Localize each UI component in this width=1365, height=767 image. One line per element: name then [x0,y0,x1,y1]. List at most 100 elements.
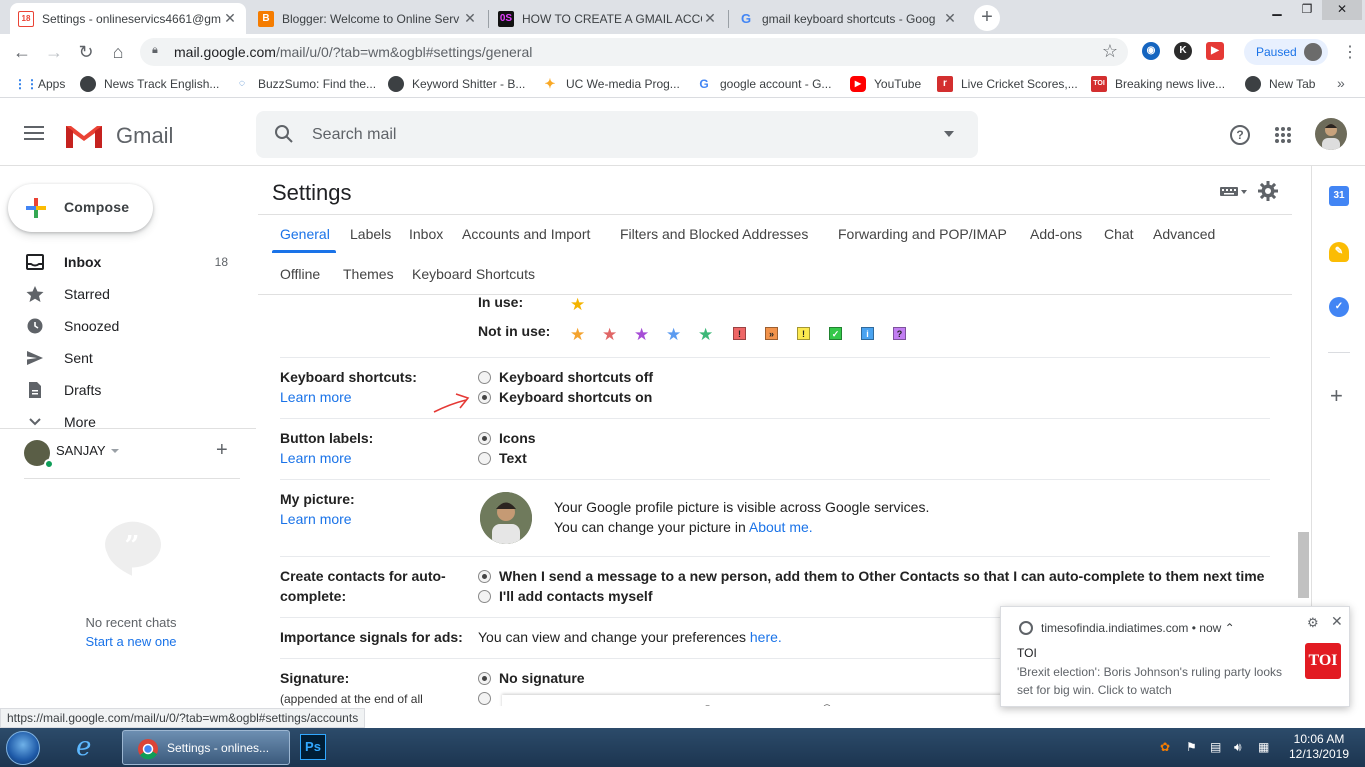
bulleted-list-icon[interactable]: ⁝ [956,703,961,706]
new-tab-button[interactable]: + [974,5,1000,31]
hangouts-user-name[interactable]: SANJAY [56,443,106,458]
green-check-icon[interactable]: ✓ [829,327,842,340]
about-me-link[interactable]: About me. [749,519,813,535]
bookmark-uc-wemedia[interactable]: ✦ UC We-media Prog... [542,76,680,92]
notification-close-icon[interactable]: ✕ [1331,613,1343,630]
gmail-logo-icon[interactable] [64,122,104,150]
bookmark-youtube[interactable]: ▶ YouTube [850,76,921,92]
orange-guillemet-icon[interactable]: » [765,327,778,340]
purple-star-icon[interactable]: ★ [634,326,649,343]
tray-app-icon[interactable]: ✿ [1160,740,1170,754]
blue-info-icon[interactable]: i [861,327,874,340]
text-color-icon[interactable]: A▼ [766,703,785,706]
bookmark-live-cricket[interactable]: r Live Cricket Scores,... [937,76,1078,92]
profile-picture[interactable] [480,492,532,544]
action-center-flag-icon[interactable]: ⚑ [1186,740,1197,754]
red-star-icon[interactable]: ★ [602,326,617,343]
chrome-taskbar-button[interactable]: Settings - onlines... [122,730,290,765]
yellow-star-icon[interactable]: ★ [570,296,585,313]
google-apps-icon[interactable] [1274,126,1292,144]
button-labels-icons-radio[interactable] [478,432,491,445]
bookmark-new-tab[interactable]: New Tab [1245,76,1315,92]
manual-contacts-radio[interactable] [478,590,491,603]
photoshop-taskbar-button[interactable]: Ps [298,730,328,765]
reload-icon[interactable]: ↻ [74,40,98,64]
nav-item-inbox[interactable]: Inbox 18 [0,246,240,278]
account-avatar[interactable] [1315,118,1347,150]
forward-icon[interactable]: → [42,40,66,64]
no-signature-radio[interactable] [478,672,491,685]
ad-preferences-link[interactable]: here. [750,629,782,645]
close-tab-icon[interactable]: ✕ [702,10,718,27]
address-bar[interactable]: 🔒︎ mail.google.com/mail/u/0/?tab=wm&ogbl… [140,38,1128,66]
nav-item-sent[interactable]: Sent [0,342,240,374]
tab-advanced[interactable]: Advanced [1153,226,1215,242]
browser-tab-howto[interactable]: 0S HOW TO CREATE A GMAIL ACCO ✕ [490,3,726,34]
auto-add-contacts-radio[interactable] [478,570,491,583]
bold-icon[interactable]: B [672,703,683,706]
close-tab-icon[interactable]: ✕ [222,10,238,27]
search-bar[interactable]: Search mail [256,111,978,158]
bookmark-google-account[interactable]: Ggoogle account - G... [696,76,831,92]
italic-icon[interactable]: I [704,703,709,706]
calendar-icon[interactable]: 31 [1329,186,1349,206]
extension-k-icon[interactable]: K [1174,42,1192,60]
tab-inbox[interactable]: Inbox [409,226,443,242]
tab-filters[interactable]: Filters and Blocked Addresses [620,226,808,242]
button-labels-text-label[interactable]: Text [499,450,527,466]
button-labels-learn-more-link[interactable]: Learn more [280,450,352,466]
align-icon[interactable]: ☰▼ [878,703,900,706]
keyboard-shortcuts-on-radio[interactable] [478,391,491,404]
nav-item-more[interactable]: More [0,406,240,438]
tab-labels[interactable]: Labels [350,226,391,242]
keyboard-learn-more-link[interactable]: Learn more [280,389,352,405]
volume-icon[interactable]: 🔊︎ [1234,740,1242,755]
keyboard-shortcuts-off-radio[interactable] [478,371,491,384]
search-options-caret-icon[interactable] [944,131,954,137]
tab-general[interactable]: General [280,226,330,242]
insert-image-icon[interactable]: ▣ [846,703,860,706]
close-window-icon[interactable]: ✕ [1322,0,1362,20]
profile-paused-button[interactable]: Paused [1244,39,1328,65]
new-conversation-icon[interactable]: + [216,439,228,462]
blue-star-icon[interactable]: ★ [666,326,681,343]
nav-item-snoozed[interactable]: Snoozed [0,310,240,342]
yellow-bang-icon[interactable]: ! [797,327,810,340]
orange-star-icon[interactable]: ★ [570,326,585,343]
tasks-icon[interactable]: ✓ [1329,297,1349,317]
chrome-notification[interactable]: timesofindia.indiatimes.com • now ⌃ ⚙ ✕ … [1000,606,1350,707]
home-icon[interactable]: ⌂ [106,40,130,64]
purple-question-icon[interactable]: ? [893,327,906,340]
search-icon[interactable] [274,124,294,144]
close-tab-icon[interactable]: ✕ [942,10,958,27]
bookmark-star-icon[interactable]: ☆ [1102,41,1118,62]
manual-contacts-label[interactable]: I'll add contacts myself [499,588,653,604]
settings-gear-icon[interactable] [1258,181,1278,201]
restore-icon[interactable]: ❐ [1292,0,1322,20]
extension-icon[interactable]: ◉ [1142,42,1160,60]
network-icon[interactable]: ▦ [1258,740,1269,754]
bookmarks-overflow-icon[interactable]: » [1337,75,1345,91]
get-addons-icon[interactable]: + [1330,383,1343,409]
tab-addons[interactable]: Add-ons [1030,226,1082,242]
indent-less-icon[interactable]: ⇤ [988,703,1001,706]
font-size-icon[interactable]: T▼ [620,703,638,706]
keyboard-shortcuts-on-label[interactable]: Keyboard shortcuts on [499,389,652,405]
user-menu-caret-icon[interactable] [111,449,119,453]
bookmark-newstrack[interactable]: News Track English... [80,76,219,92]
keep-icon[interactable]: ✎ [1329,242,1349,262]
minimize-icon[interactable]: ▁ [1262,0,1292,20]
scrollbar-thumb[interactable] [1298,532,1309,598]
start-new-chat-link[interactable]: Start a new one [0,634,262,649]
extension-red-icon[interactable]: ▶ [1206,42,1224,60]
button-labels-text-radio[interactable] [478,452,491,465]
windows-start-icon[interactable] [6,731,40,765]
keyboard-shortcuts-off-label[interactable]: Keyboard shortcuts off [499,369,653,385]
tab-themes[interactable]: Themes [343,266,394,282]
button-labels-icons-label[interactable]: Icons [499,430,536,446]
bookmark-buzzsumo[interactable]: ◌ BuzzSumo: Find the... [234,76,376,92]
insert-link-icon[interactable]: 🔗︎ [814,703,833,706]
red-bang-icon[interactable]: ! [733,327,746,340]
my-picture-learn-more-link[interactable]: Learn more [280,511,352,527]
tab-accounts-import[interactable]: Accounts and Import [462,226,590,242]
